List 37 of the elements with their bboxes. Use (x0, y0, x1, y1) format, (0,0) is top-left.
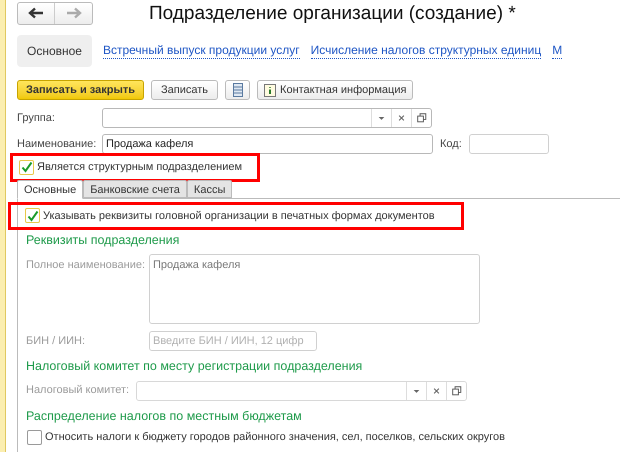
window-title: Подразделение организации (создание) * (149, 2, 516, 26)
section-heading: Распределение налогов по местным бюджетам (26, 408, 303, 425)
code-field[interactable] (469, 134, 549, 154)
section-tab[interactable]: Встречный выпуск продукции услуг (102, 43, 300, 59)
section-heading: Налоговый комитет по месту регистрации подразделения (26, 358, 364, 375)
section-tab[interactable]: Основное (17, 35, 92, 67)
checkbox[interactable] (27, 430, 42, 445)
list-icon (232, 83, 243, 97)
field-label: БИН / ИИН: (26, 334, 86, 348)
field-label: Код: (440, 136, 463, 152)
tab[interactable]: Банковские счета (83, 180, 187, 198)
right-arrow-icon (66, 7, 82, 19)
checkbox[interactable] (19, 160, 34, 175)
field-label: Налоговый комитет: (26, 383, 130, 398)
name-field[interactable]: Продажа кафеля (102, 134, 433, 154)
left-arrow-icon (28, 7, 44, 19)
field-label: Полное наименование: (26, 258, 146, 273)
tax-committee-field[interactable] (136, 380, 467, 400)
save-button[interactable]: Записать (151, 80, 218, 100)
checkbox[interactable] (25, 208, 40, 224)
checkmark-icon (20, 161, 32, 174)
checkbox-label: Относить налоги к бюджету городов районного значения, сел, поселков, сельских округов (45, 430, 506, 446)
info-icon (264, 84, 276, 96)
tab[interactable]: Кассы (186, 180, 232, 198)
tab[interactable]: Основные (17, 180, 84, 198)
section-tab[interactable]: Исчисление налогов структурных единиц (310, 43, 542, 59)
checkbox-label: Указывать реквизиты головной организации в печатных формах документов (43, 208, 435, 224)
field-label: Наименование: (17, 136, 98, 152)
section-heading: Реквизиты подразделения (26, 232, 180, 249)
field-label: Группа: (17, 110, 56, 126)
list-button[interactable] (225, 80, 250, 100)
group-field[interactable] (102, 108, 432, 128)
save-and-close-button[interactable]: Записать и закрыть (17, 80, 144, 100)
section-tab[interactable]: М (552, 43, 562, 59)
checkbox-label: Является структурным подразделением (37, 160, 242, 175)
contact-info-button[interactable]: Контактная информация (257, 80, 414, 100)
checkmark-icon (26, 210, 38, 222)
